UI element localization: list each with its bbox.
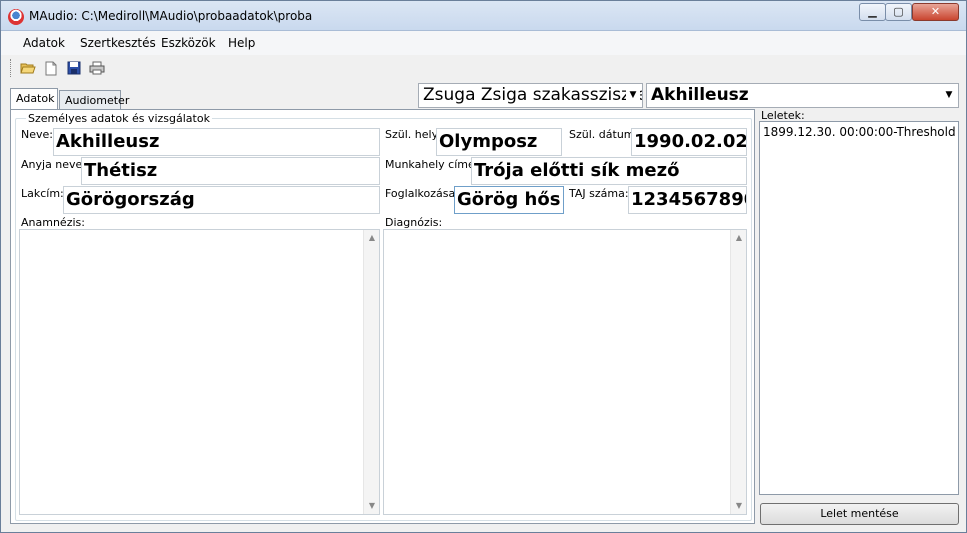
address-field[interactable]: Görögország <box>63 186 380 214</box>
toolbar-grip[interactable] <box>10 59 13 77</box>
tab-panel-adatok: Személyes adatok és vizsgálatok Neve: Ak… <box>10 109 755 524</box>
results-list[interactable]: 1899.12.30. 00:00:00-Threshold <box>759 121 959 495</box>
address-label: Lakcím: <box>21 187 64 200</box>
menu-eszkozok[interactable]: Eszközök <box>161 36 216 50</box>
menu-help[interactable]: Help <box>228 36 255 50</box>
chevron-down-icon[interactable]: ▼ <box>942 84 956 107</box>
main-window: MAudio: C:\Mediroll\MAudio\probaadatok\p… <box>0 0 967 533</box>
diagnosis-textarea[interactable]: ▲ ▼ <box>383 229 747 515</box>
app-icon <box>8 9 24 25</box>
patient-select[interactable]: Akhilleusz ▼ <box>646 83 959 108</box>
occupation-field[interactable]: Görög hős <box>454 186 564 214</box>
maximize-button[interactable]: ▢ <box>885 3 912 21</box>
minimize-button[interactable]: ▁ <box>859 3 886 21</box>
mother-field[interactable]: Thétisz <box>81 157 380 185</box>
save-icon[interactable] <box>65 59 83 77</box>
examiner-select-value: Zsuga Zsiga szakasszisztens <box>423 85 643 105</box>
print-icon[interactable] <box>88 59 106 77</box>
title-bar[interactable]: MAudio: C:\Mediroll\MAudio\probaadatok\p… <box>1 1 966 31</box>
birthdate-field[interactable]: 1990.02.02. <box>631 128 747 156</box>
occupation-value: Görög hős <box>457 189 561 210</box>
workplace-field[interactable]: Trója előtti sík mező <box>471 157 747 185</box>
mother-label: Anyja neve: <box>21 158 87 171</box>
window-title: MAudio: C:\Mediroll\MAudio\probaadatok\p… <box>29 9 313 23</box>
menu-bar: Adatok Szertkesztés Eszközök Help <box>1 31 966 55</box>
scroll-down-icon[interactable]: ▼ <box>731 498 747 514</box>
birthplace-field[interactable]: Olymposz <box>436 128 562 156</box>
occupation-label: Foglalkozása: <box>385 187 459 200</box>
name-field[interactable]: Akhilleusz <box>53 128 380 156</box>
chevron-down-icon[interactable]: ▼ <box>626 84 640 107</box>
save-result-button[interactable]: Lelet mentése <box>760 503 959 525</box>
list-item[interactable]: 1899.12.30. 00:00:00-Threshold <box>760 122 958 142</box>
scroll-up-icon[interactable]: ▲ <box>364 230 380 246</box>
name-label: Neve: <box>21 128 53 141</box>
menu-szerkesztes[interactable]: Szertkesztés <box>80 36 156 50</box>
new-file-icon[interactable] <box>42 59 60 77</box>
birthplace-label: Szül. hely: <box>385 128 441 141</box>
scroll-down-icon[interactable]: ▼ <box>364 498 380 514</box>
open-folder-icon[interactable] <box>19 59 37 77</box>
tab-audiometer[interactable]: Audiometer <box>59 90 129 110</box>
birthdate-label: Szül. dátum: <box>569 128 639 141</box>
scroll-up-icon[interactable]: ▲ <box>731 230 747 246</box>
anamnesis-textarea[interactable]: ▲ ▼ <box>19 229 380 515</box>
workplace-label: Munkahely címe: <box>385 158 479 171</box>
examiner-select[interactable]: Zsuga Zsiga szakasszisztens ▼ <box>418 83 643 108</box>
anamnesis-scrollbar[interactable]: ▲ ▼ <box>363 230 379 514</box>
patient-select-value: Akhilleusz <box>651 85 749 105</box>
taj-field[interactable]: 1234567890 <box>628 186 747 214</box>
menu-adatok[interactable]: Adatok <box>23 36 65 50</box>
anamnesis-label: Anamnézis: <box>21 216 85 229</box>
toolbar <box>1 55 966 81</box>
taj-label: TAJ száma: <box>569 187 629 200</box>
diagnosis-label: Diagnózis: <box>385 216 443 229</box>
close-button[interactable]: ✕ <box>912 3 959 21</box>
group-title: Személyes adatok és vizsgálatok <box>26 112 212 125</box>
tab-adatok[interactable]: Adatok <box>10 88 58 109</box>
diagnosis-scrollbar[interactable]: ▲ ▼ <box>730 230 746 514</box>
